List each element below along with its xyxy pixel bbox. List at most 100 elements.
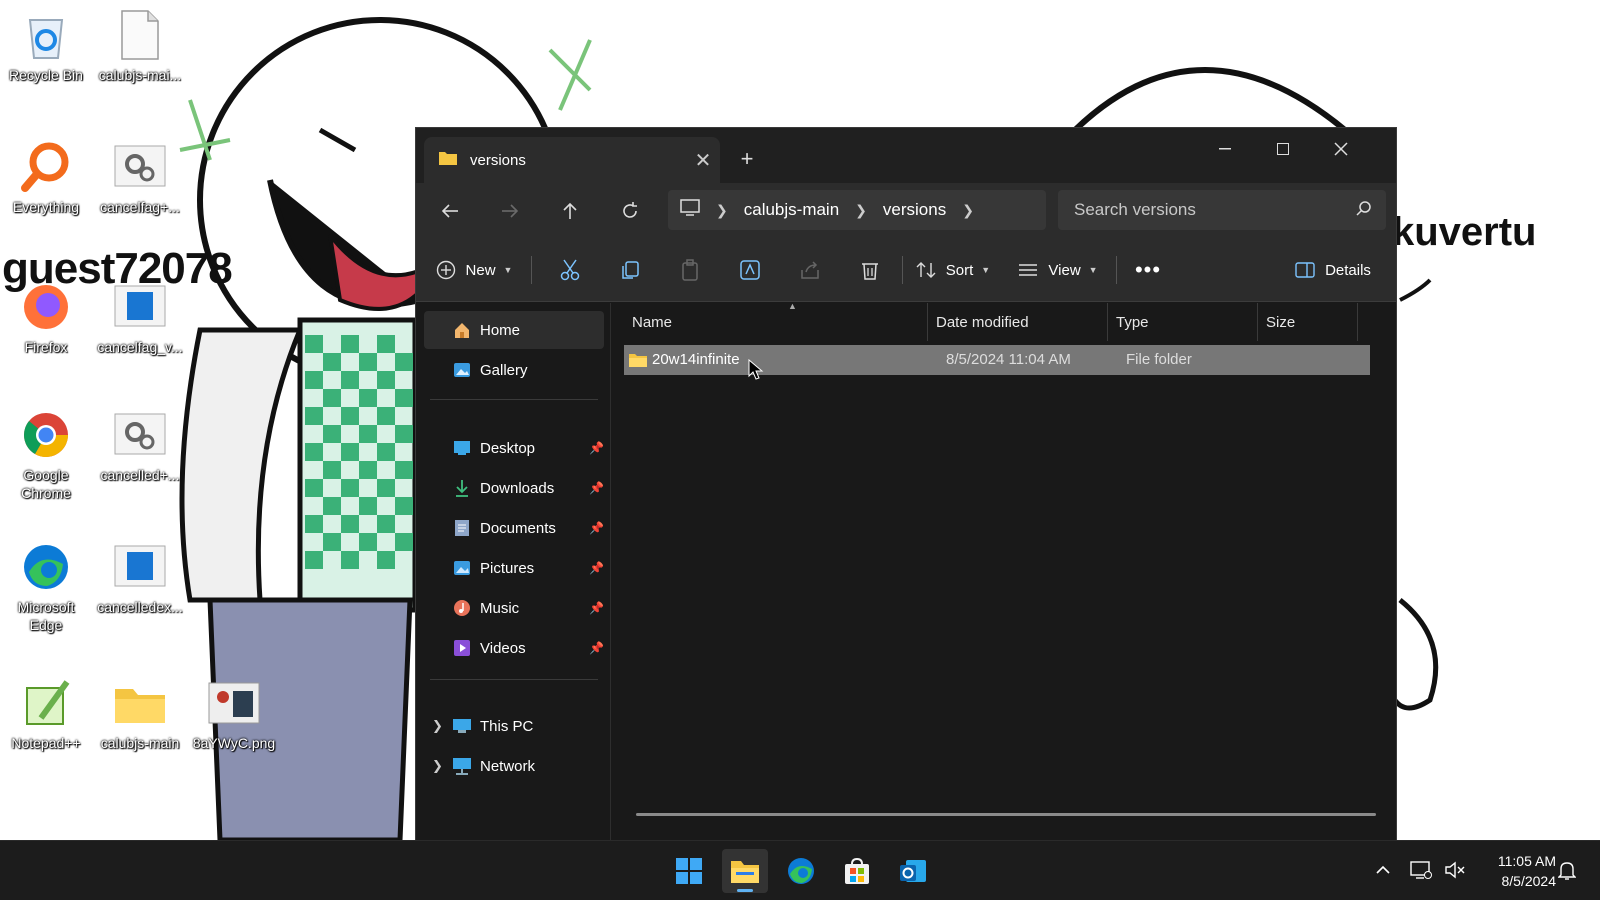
pin-icon[interactable]: 📌 — [589, 601, 604, 615]
details-pane-button[interactable]: Details — [1288, 250, 1378, 290]
file-name[interactable]: 20w14infinite — [652, 351, 740, 368]
desktop-icon-image-png[interactable]: 8aYWyC.png — [188, 676, 280, 752]
column-header-size[interactable]: Size — [1258, 303, 1358, 341]
desktop-icon-notepad-plus-plus[interactable]: Notepad++ — [0, 676, 92, 752]
notifications-button[interactable] — [1552, 855, 1582, 885]
desktop-icon-cancelledex[interactable]: cancelledex... — [94, 540, 186, 616]
chevron-right-icon[interactable]: ❯ — [432, 718, 443, 734]
rename-icon — [740, 260, 760, 280]
horizontal-scrollbar[interactable] — [636, 813, 1376, 816]
breadcrumb-versions[interactable]: versions — [883, 200, 946, 220]
arrow-up-icon — [563, 202, 577, 219]
desktop-icon-recycle-bin[interactable]: Recycle Bin — [0, 8, 92, 84]
view-list-icon — [1019, 264, 1038, 276]
clipboard-icon — [682, 259, 698, 281]
column-header-type[interactable]: Type — [1108, 303, 1258, 341]
sort-button[interactable]: Sort ▼ — [914, 250, 992, 290]
rename-button[interactable] — [730, 250, 770, 290]
search-box[interactable] — [1058, 190, 1386, 230]
search-icon[interactable] — [1356, 200, 1372, 221]
desktop-icon-label: Firefox — [24, 339, 68, 355]
sidebar-item-gallery[interactable]: Gallery — [424, 351, 604, 389]
close-tab-icon[interactable]: ✕ — [686, 145, 720, 175]
desktop-icon-google-chrome[interactable]: Google Chrome — [0, 408, 92, 502]
taskbar-microsoft-edge[interactable] — [778, 849, 824, 893]
desktop-icon-microsoft-edge[interactable]: Microsoft Edge — [0, 540, 92, 634]
desktop-icon-label: calubjs-main — [100, 735, 180, 751]
chevron-down-icon: ▼ — [1088, 265, 1098, 275]
navigation-pane: Home Gallery Desktop 📌 Downloads 📌 Docum… — [416, 303, 611, 841]
column-header-date-modified[interactable]: Date modified — [928, 303, 1108, 341]
start-button[interactable] — [666, 849, 712, 893]
desktop-icon-cancelfag-video[interactable]: cancelfag_v... — [94, 280, 186, 356]
pin-icon[interactable]: 📌 — [589, 481, 604, 495]
pin-icon[interactable]: 📌 — [589, 521, 604, 535]
cut-button[interactable] — [550, 250, 590, 290]
toolbar-divider — [531, 256, 532, 284]
system-clock[interactable]: 11:05 AM 8/5/2024 — [1472, 851, 1556, 891]
details-pane-icon — [1295, 262, 1315, 278]
desktop-icon-everything[interactable]: Everything — [0, 140, 92, 216]
sidebar-item-downloads[interactable]: Downloads 📌 — [424, 469, 604, 507]
back-button[interactable] — [430, 191, 470, 231]
file-explorer-icon — [731, 861, 759, 883]
show-hidden-icons-button[interactable] — [1368, 855, 1398, 885]
share-button[interactable] — [790, 250, 830, 290]
desktop-icon-label: cancelledex... — [97, 599, 183, 615]
new-tab-button[interactable]: + — [732, 144, 762, 174]
pin-icon[interactable]: 📌 — [589, 441, 604, 455]
forward-button[interactable] — [490, 191, 530, 231]
pin-icon[interactable]: 📌 — [589, 561, 604, 575]
desktop-icon-label: cancelled+... — [100, 467, 180, 483]
sidebar-item-desktop[interactable]: Desktop 📌 — [424, 429, 604, 467]
desktop-icon-label: calubjs-mai... — [98, 67, 182, 83]
taskbar-microsoft-store[interactable] — [834, 849, 880, 893]
delete-button[interactable] — [850, 250, 890, 290]
desktop-icon-calubjs-main-folder[interactable]: calubjs-main — [94, 676, 186, 752]
chevron-right-icon[interactable]: ❯ — [962, 202, 974, 219]
folder-icon — [438, 150, 458, 171]
command-bar: New ▼ Sort ▼ View ▼ ••• Details — [416, 238, 1396, 302]
refresh-button[interactable] — [610, 191, 650, 231]
up-button[interactable] — [550, 191, 590, 231]
table-row[interactable]: 20w14infinite 8/5/2024 11:04 AM File fol… — [624, 345, 1370, 375]
document-icon — [113, 280, 167, 334]
desktop-icon-cancelled-settings[interactable]: cancelled+... — [94, 408, 186, 484]
desktop-icon-firefox[interactable]: Firefox — [0, 280, 92, 356]
sidebar-item-music[interactable]: Music 📌 — [424, 589, 604, 627]
address-bar[interactable]: ❯ calubjs-main ❯ versions ❯ — [668, 190, 1046, 230]
more-options-button[interactable]: ••• — [1128, 250, 1168, 290]
taskbar-file-explorer[interactable] — [722, 849, 768, 893]
paste-button[interactable] — [670, 250, 710, 290]
view-button[interactable]: View ▼ — [1016, 250, 1100, 290]
sidebar-item-documents[interactable]: Documents 📌 — [424, 509, 604, 547]
sidebar-item-this-pc[interactable]: ❯ This PC — [424, 707, 604, 745]
desktop-icon-calubjs-zip[interactable]: calubjs-mai... — [94, 8, 186, 84]
column-header-name[interactable]: Name — [624, 303, 928, 341]
maximize-button[interactable] — [1254, 132, 1312, 166]
sidebar-item-home[interactable]: Home — [424, 311, 604, 349]
tab-versions[interactable]: versions ✕ — [424, 137, 720, 183]
minimize-icon — [1219, 148, 1231, 150]
volume-button[interactable] — [1440, 855, 1470, 885]
new-button[interactable]: New ▼ — [434, 250, 514, 290]
videos-icon — [452, 638, 472, 658]
minimize-button[interactable] — [1196, 132, 1254, 166]
music-icon — [452, 598, 472, 618]
close-window-button[interactable] — [1312, 132, 1370, 166]
sidebar-item-pictures[interactable]: Pictures 📌 — [424, 549, 604, 587]
chevron-right-icon[interactable]: ❯ — [855, 202, 867, 219]
download-arrow-icon — [452, 478, 472, 498]
sidebar-item-videos[interactable]: Videos 📌 — [424, 629, 604, 667]
chevron-right-icon[interactable]: ❯ — [432, 758, 443, 774]
desktop-icon-cancelfag-settings[interactable]: cancelfag+... — [94, 140, 186, 216]
pin-icon[interactable]: 📌 — [589, 641, 604, 655]
breadcrumb-calubjs-main[interactable]: calubjs-main — [744, 200, 839, 220]
taskbar-outlook[interactable] — [890, 849, 936, 893]
copy-button[interactable] — [610, 250, 650, 290]
sidebar-item-network[interactable]: ❯ Network — [424, 747, 604, 785]
network-status-button[interactable] — [1406, 855, 1436, 885]
chevron-right-icon[interactable]: ❯ — [716, 202, 728, 219]
share-icon — [801, 261, 819, 279]
search-input[interactable] — [1074, 200, 1356, 220]
